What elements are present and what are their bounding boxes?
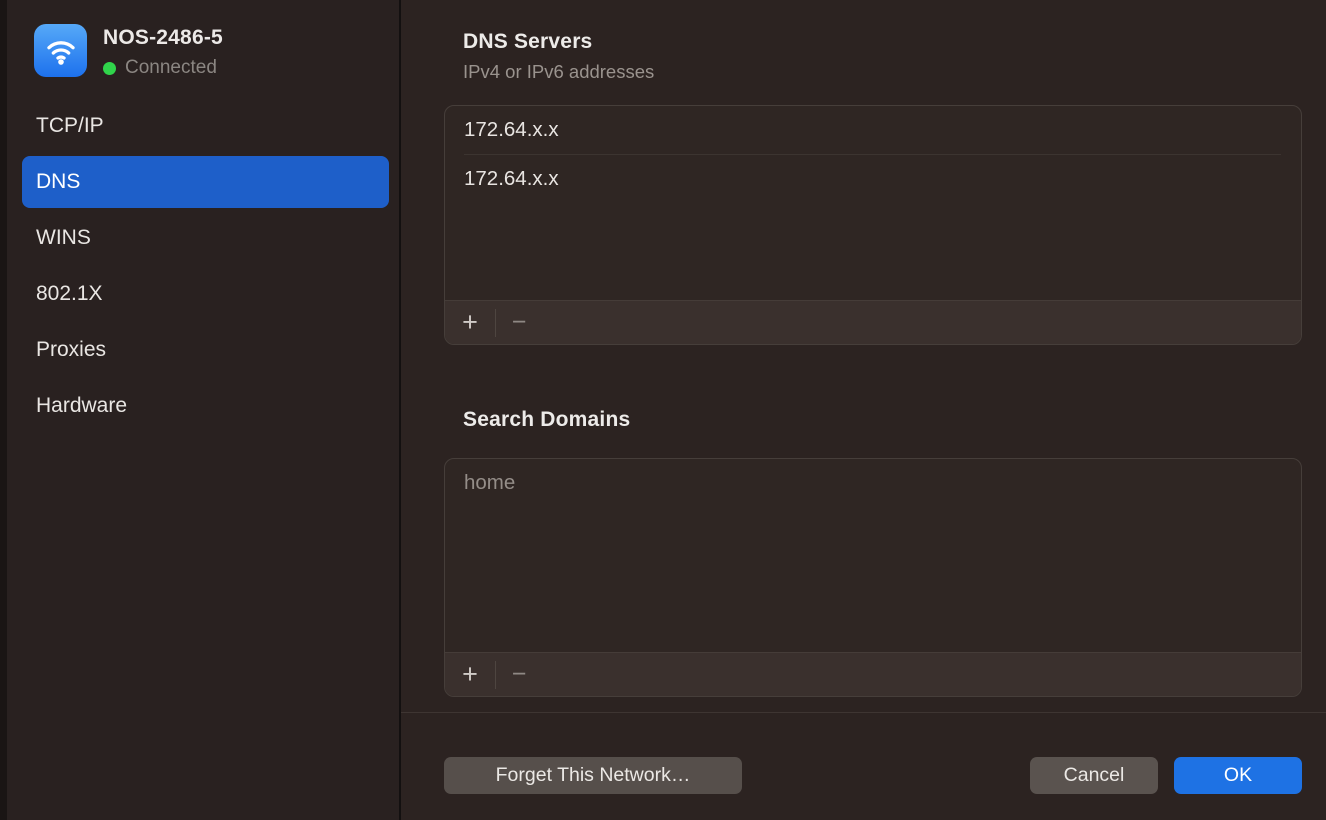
sidebar-item-tcpip[interactable]: TCP/IP — [22, 100, 389, 152]
dns-server-value: 172.64.x.x — [464, 118, 559, 142]
sidebar-item-label: TCP/IP — [36, 114, 104, 138]
search-domain-value: home — [464, 471, 515, 495]
wifi-icon-glyph — [41, 31, 81, 71]
footer-divider — [401, 712, 1326, 713]
search-domains-list-toolbar: + − — [445, 652, 1301, 696]
sidebar-item-label: 802.1X — [36, 282, 103, 306]
remove-dns-server-button[interactable]: − — [496, 301, 542, 345]
sidebar-item-proxies[interactable]: Proxies — [22, 324, 389, 376]
dns-servers-listbox: 172.64.x.x 172.64.x.x + − — [444, 105, 1302, 345]
dns-server-value: 172.64.x.x — [464, 167, 559, 191]
dns-server-entry[interactable]: 172.64.x.x — [445, 155, 1301, 203]
sidebar-item-label: DNS — [36, 170, 80, 194]
ok-button[interactable]: OK — [1174, 757, 1302, 794]
sidebar-item-dns[interactable]: DNS — [22, 156, 389, 208]
search-domain-entry[interactable]: home — [445, 459, 1301, 507]
forget-network-button[interactable]: Forget This Network… — [444, 757, 742, 794]
cancel-button[interactable]: Cancel — [1030, 757, 1158, 794]
network-details-sheet: NOS-2486-5 Connected TCP/IP DNS WINS 802… — [0, 0, 1326, 820]
search-domains-title: Search Domains — [463, 408, 630, 432]
sidebar-item-label: Proxies — [36, 338, 106, 362]
sidebar-nav: TCP/IP DNS WINS 802.1X Proxies Hardware — [22, 100, 389, 436]
sidebar-item-label: Hardware — [36, 394, 127, 418]
dns-servers-list-toolbar: + − — [445, 300, 1301, 344]
wifi-icon — [34, 24, 87, 77]
sidebar-item-hardware[interactable]: Hardware — [22, 380, 389, 432]
add-search-domain-button[interactable]: + — [445, 653, 495, 697]
search-domains-listbox: home + − — [444, 458, 1302, 697]
dns-pane: DNS Servers IPv4 or IPv6 addresses 172.6… — [401, 0, 1326, 820]
add-dns-server-button[interactable]: + — [445, 301, 495, 345]
window-edge-strip — [0, 0, 7, 820]
remove-search-domain-button[interactable]: − — [496, 653, 542, 697]
connected-status-dot — [103, 62, 116, 75]
network-status: Connected — [103, 57, 217, 79]
sidebar-item-label: WINS — [36, 226, 91, 250]
network-name: NOS-2486-5 — [103, 26, 223, 50]
dns-servers-title: DNS Servers — [463, 30, 592, 54]
dns-servers-subtitle: IPv4 or IPv6 addresses — [463, 61, 654, 83]
sidebar-item-8021x[interactable]: 802.1X — [22, 268, 389, 320]
dns-server-entry[interactable]: 172.64.x.x — [445, 106, 1301, 154]
network-status-label: Connected — [125, 57, 217, 79]
sidebar-item-wins[interactable]: WINS — [22, 212, 389, 264]
sidebar: NOS-2486-5 Connected TCP/IP DNS WINS 802… — [7, 0, 401, 820]
